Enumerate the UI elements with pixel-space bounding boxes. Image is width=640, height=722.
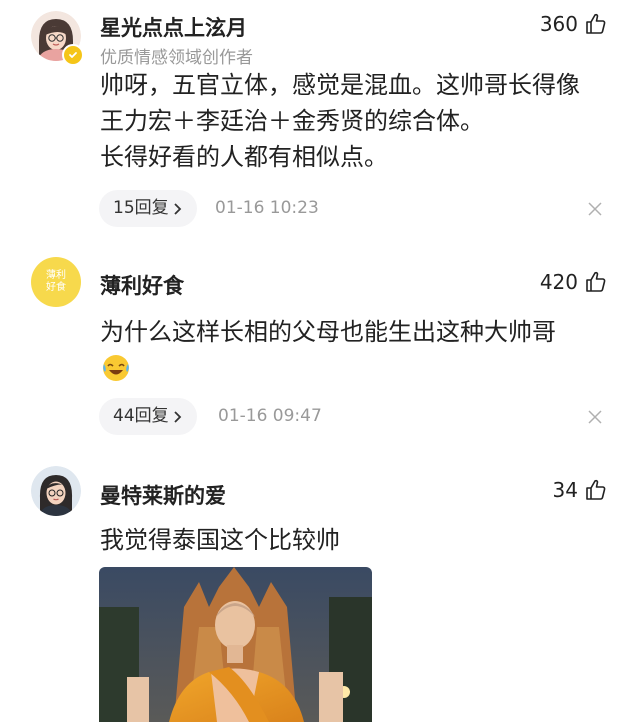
comment-text: 我觉得泰国这个比较帅	[100, 522, 620, 558]
avatar-text: 好食	[46, 282, 66, 293]
timestamp: 01-16 09:47	[218, 406, 322, 426]
like-button[interactable]: 360	[540, 12, 608, 36]
username[interactable]: 星光点点上泫月	[100, 12, 247, 42]
like-count: 34	[552, 478, 578, 502]
monk-photo-icon	[99, 567, 372, 722]
like-count: 360	[539, 12, 578, 36]
username[interactable]: 薄利好食	[100, 270, 184, 300]
like-button[interactable]: 420	[540, 270, 608, 294]
chevron-right-icon	[174, 202, 181, 215]
avatar-text: 薄利	[46, 270, 66, 281]
thumbs-up-icon	[586, 271, 606, 292]
female-avatar-icon	[31, 466, 81, 516]
like-button[interactable]: 34	[553, 478, 608, 502]
chevron-right-icon	[174, 410, 181, 423]
timestamp: 01-16 10:23	[215, 198, 319, 218]
comment-photo[interactable]	[99, 567, 372, 722]
comment-line: 帅呀，五官立体，感觉是混血。这帅哥长得像	[100, 71, 580, 99]
crying-laughing-emoji-icon	[103, 355, 129, 381]
like-count: 420	[539, 270, 578, 294]
verified-check-icon	[69, 52, 77, 58]
user-title: 优质情感领域创作者	[100, 48, 253, 68]
replies-label: 44回复	[113, 406, 169, 426]
avatar[interactable]: 薄利 好食	[31, 257, 81, 307]
thumbs-up-icon	[586, 13, 606, 34]
comment-text: 帅呀，五官立体，感觉是混血。这帅哥长得像 王力宏＋李廷治＋金秀贤的综合体。 长得…	[100, 67, 620, 175]
comment-text: 为什么这样长相的父母也能生出这种大帅哥	[100, 314, 620, 350]
comment-line: 长得好看的人都有相似点。	[100, 143, 388, 171]
replies-label: 15回复	[113, 198, 169, 218]
comment-item: 薄利 好食 薄利好食 420 为什么这样长相的父母也能生出这种大帅哥 44回复 …	[0, 240, 640, 450]
replies-button[interactable]: 15回复	[99, 190, 197, 227]
close-icon[interactable]	[588, 410, 602, 424]
comment-line: 为什么这样长相的父母也能生出这种大帅哥	[100, 318, 556, 346]
close-icon[interactable]	[588, 202, 602, 216]
replies-button[interactable]: 44回复	[99, 398, 197, 435]
comment-line: 王力宏＋李廷治＋金秀贤的综合体。	[100, 107, 484, 135]
thumbs-up-icon	[586, 479, 606, 500]
comment-item: 星光点点上泫月 优质情感领域创作者 360 帅呀，五官立体，感觉是混血。这帅哥长…	[0, 0, 640, 240]
comment-line: 我觉得泰国这个比较帅	[100, 526, 340, 554]
avatar[interactable]	[31, 466, 81, 516]
verified-badge	[62, 44, 84, 66]
username[interactable]: 曼特莱斯的爱	[100, 480, 226, 510]
